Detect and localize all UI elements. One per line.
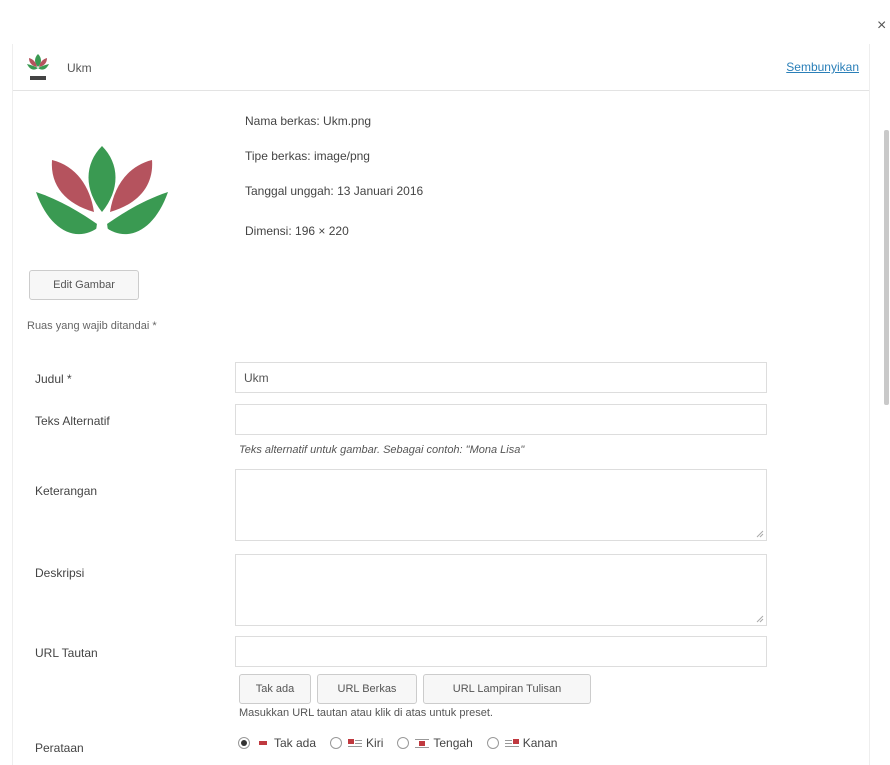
- scrollbar[interactable]: [884, 130, 889, 405]
- radio-unselected[interactable]: [330, 737, 343, 749]
- attachment-header: Ukm Sembunyikan: [13, 44, 869, 91]
- site-name: Ukm: [67, 61, 92, 75]
- alt-text-label: Teks Alternatif: [35, 414, 110, 428]
- dimensions-line: Dimensi: 196 × 220: [245, 224, 349, 238]
- link-attachment-button[interactable]: URL Lampiran Tulisan: [423, 674, 591, 704]
- upload-date-value: 13 Januari 2016: [337, 184, 424, 198]
- alt-text-hint: Teks alternatif untuk gambar. Sebagai co…: [239, 444, 525, 456]
- filename-value: Ukm.png: [323, 114, 372, 128]
- filetype-line: Tipe berkas: image/png: [245, 149, 370, 163]
- radio-selected[interactable]: [238, 737, 250, 749]
- alignment-label: Perataan: [35, 741, 84, 755]
- align-none-icon: [259, 741, 267, 745]
- upload-date-line: Tanggal unggah: 13 Januari 2016: [245, 184, 424, 198]
- link-url-input[interactable]: [235, 636, 767, 667]
- filename-line: Nama berkas: Ukm.png: [245, 114, 372, 128]
- edit-image-button[interactable]: Edit Gambar: [29, 270, 139, 300]
- description-label: Deskripsi: [35, 566, 85, 580]
- align-center-option[interactable]: Tengah: [397, 736, 473, 750]
- required-note: Ruas yang wajib ditandai *: [27, 320, 157, 332]
- alignment-options: Tak ada Kiri Tengah Kanan: [238, 736, 571, 750]
- radio-unselected[interactable]: [397, 737, 410, 749]
- dimensions-value: 196 × 220: [295, 224, 349, 238]
- filetype-value: image/png: [313, 149, 370, 163]
- resize-handle-icon[interactable]: [756, 530, 764, 538]
- align-center-icon: [415, 739, 430, 748]
- align-right-icon: [504, 739, 519, 747]
- align-left-icon: [348, 739, 363, 747]
- lotus-logo-icon: [27, 54, 49, 80]
- title-label: Judul *: [35, 372, 72, 386]
- close-icon[interactable]: ×: [877, 18, 886, 34]
- caption-textarea[interactable]: [235, 469, 767, 541]
- align-right-option[interactable]: Kanan: [486, 736, 557, 750]
- caption-label: Keterangan: [35, 484, 98, 498]
- link-file-button[interactable]: URL Berkas: [317, 674, 417, 704]
- attachment-details-panel: Ukm Sembunyikan UKM Nama berkas: Ukm.png…: [12, 44, 870, 765]
- description-textarea[interactable]: [235, 554, 767, 626]
- resize-handle-icon[interactable]: [756, 615, 764, 623]
- link-none-button[interactable]: Tak ada: [239, 674, 311, 704]
- alt-text-input[interactable]: [235, 404, 767, 435]
- hide-link[interactable]: Sembunyikan: [786, 60, 859, 74]
- align-none-option[interactable]: Tak ada: [238, 736, 316, 750]
- link-url-label: URL Tautan: [35, 646, 98, 660]
- link-url-hint: Masukkan URL tautan atau klik di atas un…: [239, 707, 493, 719]
- align-left-option[interactable]: Kiri: [330, 736, 383, 750]
- title-input[interactable]: Ukm: [235, 362, 767, 393]
- radio-unselected[interactable]: [486, 737, 499, 749]
